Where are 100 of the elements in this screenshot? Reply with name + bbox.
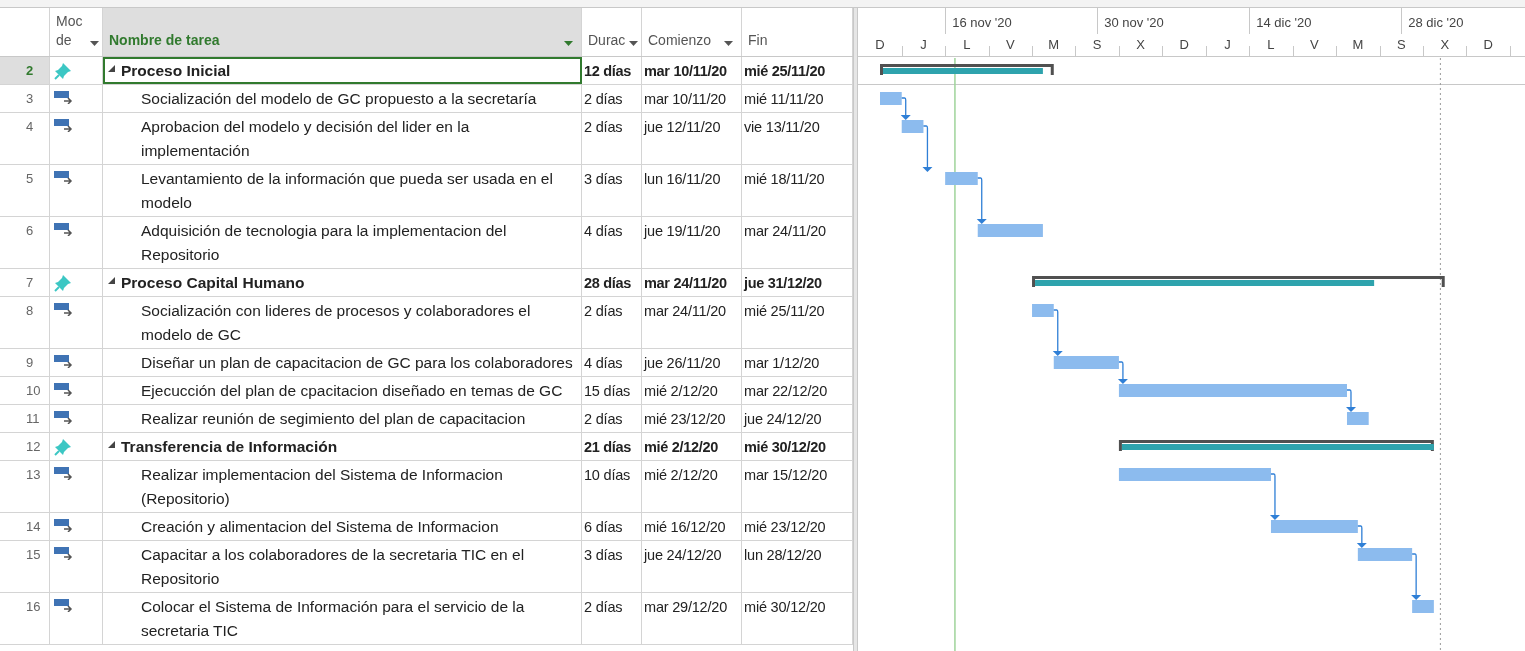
day-label: M (1047, 36, 1061, 54)
table-cell: 10 días (582, 461, 642, 512)
table-cell: jue 12/11/20 (642, 113, 742, 164)
task-name: Realizar reunión de segimiento del plan de capacitacion (141, 409, 527, 429)
task-name: Proceso Inicial (121, 61, 232, 81)
table-cell: mar 24/11/20 (642, 297, 742, 348)
day-label: S (1395, 36, 1407, 54)
link-arrow (900, 97, 911, 120)
day-label: V (1004, 36, 1016, 54)
task-bar (1053, 356, 1119, 369)
day-label: J (919, 36, 928, 54)
table-cell: 2 días (582, 297, 642, 348)
table-cell: mar 24/11/20 (642, 269, 742, 296)
table-cell: mié 23/12/20 (642, 405, 742, 432)
row-number[interactable]: 6 (0, 217, 50, 268)
task-name: Socialización con lideres de procesos y colaboradores el modelo de GC (141, 301, 532, 345)
row-number[interactable]: 10 (0, 377, 50, 404)
row-number[interactable]: 5 (0, 165, 50, 216)
collapse-icon[interactable] (108, 65, 115, 72)
task-bar (945, 172, 978, 185)
week-label: 28 dic '20 (1408, 14, 1464, 32)
day-label: L (962, 36, 972, 54)
link-arrow (1411, 553, 1422, 600)
link-arrow (1052, 309, 1063, 356)
table-cell: mar 10/11/20 (642, 57, 742, 84)
table-cell: mar 10/11/20 (642, 85, 742, 112)
day-label: V (1309, 36, 1320, 54)
task-bar (1032, 304, 1054, 317)
day-label: D (1178, 36, 1190, 54)
task-bar (1357, 548, 1413, 561)
caret-icon (90, 41, 99, 46)
task-name: Diseñar un plan de capacitacion de GC para los colaboradores (141, 353, 574, 373)
row-number[interactable]: 2 (0, 57, 50, 84)
row-number[interactable]: 15 (0, 541, 50, 592)
task-name: Levantamiento de la información que pueda ser usada en el modelo (141, 169, 554, 213)
row-number[interactable]: 9 (0, 349, 50, 376)
table-cell: 4 días (582, 349, 642, 376)
task-name: Capacitar a los colaboradores de la secretaria TIC en el Repositorio (141, 545, 526, 589)
week-label: 30 nov '20 (1104, 14, 1164, 32)
link-arrow (1117, 361, 1128, 384)
task-name: Colocar el Sistema de Información para el servicio de la secretaria TIC (141, 597, 526, 641)
column-header[interactable]: Durac (582, 8, 642, 56)
day-label: D (1482, 36, 1494, 54)
task-name: Transferencia de Información (121, 437, 339, 457)
day-label: X (1439, 36, 1451, 54)
row-number[interactable]: 16 (0, 593, 50, 644)
task-bar (1347, 412, 1369, 425)
table-cell: mié 16/12/20 (642, 513, 742, 540)
task-name: Ejecucción del plan de cpacitacion diseñado en temas de GC (141, 381, 564, 401)
row-number[interactable]: 3 (0, 85, 50, 112)
link-arrow (976, 177, 987, 224)
table-cell: 28 días (582, 269, 642, 296)
table-cell: 2 días (582, 593, 642, 644)
link-arrow (1356, 525, 1367, 548)
link-arrow (1346, 389, 1356, 412)
table-cell: mié 2/12/20 (642, 461, 742, 512)
column-header[interactable]: Comienzo (642, 8, 742, 56)
row-number[interactable]: 11 (0, 405, 50, 432)
caret-icon (629, 41, 638, 46)
table-cell: jue 19/11/20 (642, 217, 742, 268)
table-cell: 12 días (582, 57, 642, 84)
caret-icon (564, 41, 573, 46)
task-name: Socialización del modelo de GC propuesto a la secretaría (141, 89, 538, 109)
task-name: Adquisición de tecnologia para la implementacion del Repositorio (141, 221, 508, 265)
task-name: Aprobacion del modelo y decisión del lider en la implementación (141, 117, 471, 161)
task-name: Proceso Capital Humano (121, 273, 306, 293)
table-cell: 2 días (582, 113, 642, 164)
table-cell: 2 días (582, 405, 642, 432)
link-arrow (922, 125, 933, 172)
collapse-icon[interactable] (108, 441, 115, 448)
table-cell: mar 29/12/20 (642, 593, 742, 644)
table-cell: 15 días (582, 377, 642, 404)
table-cell: 21 días (582, 433, 642, 460)
row-number[interactable]: 13 (0, 461, 50, 512)
table-cell: 6 días (582, 513, 642, 540)
task-bar (1412, 600, 1434, 613)
task-name: Realizar implementacion del Sistema de Informacion (Repositorio) (141, 465, 504, 509)
row-number[interactable]: 8 (0, 297, 50, 348)
task-bar (880, 92, 902, 105)
task-bar (977, 224, 1043, 237)
day-label: S (1091, 36, 1103, 54)
row-number[interactable]: 7 (0, 269, 50, 296)
table-cell: mié 2/12/20 (642, 377, 742, 404)
table-cell: lun 16/11/20 (642, 165, 742, 216)
day-label: L (1266, 36, 1276, 54)
table-cell: mié 2/12/20 (642, 433, 742, 460)
column-header[interactable]: Nombre de tarea (103, 8, 582, 56)
day-label: D (874, 36, 886, 54)
week-label: 16 nov '20 (952, 14, 1012, 32)
table-cell: jue 24/12/20 (642, 541, 742, 592)
caret-icon (724, 41, 733, 46)
task-name: Creación y alimentacion del Sistema de Informacion (141, 517, 500, 537)
task-bar (901, 120, 924, 133)
row-number[interactable]: 12 (0, 433, 50, 460)
table-cell: jue 26/11/20 (642, 349, 742, 376)
day-label: J (1223, 36, 1232, 54)
table-cell: 4 días (582, 217, 642, 268)
collapse-icon[interactable] (108, 277, 115, 284)
row-number[interactable]: 4 (0, 113, 50, 164)
row-number[interactable]: 14 (0, 513, 50, 540)
